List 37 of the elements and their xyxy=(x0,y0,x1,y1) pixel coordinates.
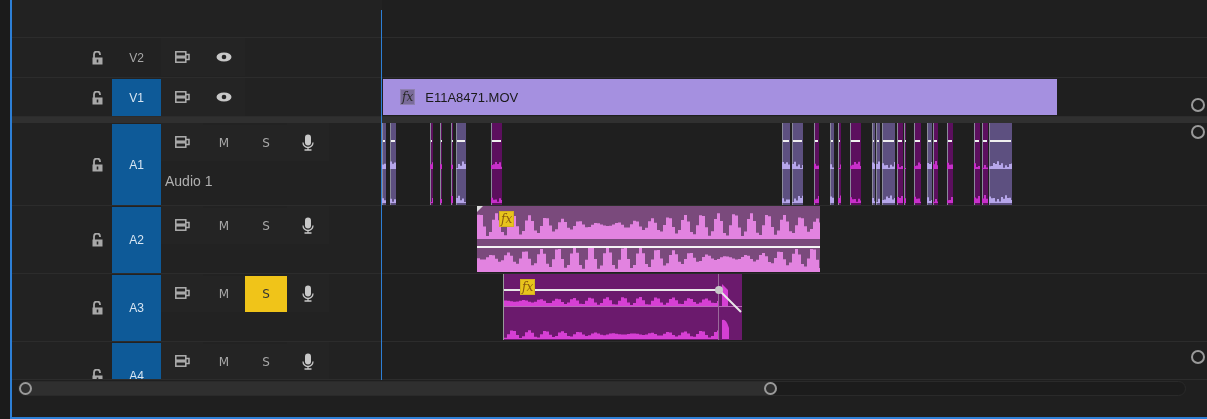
solo-button[interactable]: S xyxy=(245,276,287,312)
eye-icon[interactable] xyxy=(216,92,232,102)
audio-clip[interactable]: fx xyxy=(503,274,742,340)
horizontal-scrollbar[interactable] xyxy=(18,381,1186,396)
microphone-icon[interactable] xyxy=(302,133,314,151)
fx-badge[interactable]: fx xyxy=(520,279,536,295)
lock-icon[interactable] xyxy=(92,51,103,65)
eye-icon[interactable] xyxy=(216,52,232,62)
video-clip[interactable]: fx E11A8471.MOV xyxy=(383,79,1057,115)
track-target-button[interactable]: A3 xyxy=(112,275,161,341)
sync-lock-icon[interactable] xyxy=(174,219,190,231)
sync-lock-icon[interactable] xyxy=(174,355,190,367)
scroll-handle[interactable] xyxy=(19,382,32,395)
fx-badge[interactable]: fx xyxy=(499,211,515,227)
sync-lock-icon[interactable] xyxy=(174,51,190,63)
lock-icon[interactable] xyxy=(92,301,103,315)
clip-name: E11A8471.MOV xyxy=(425,89,519,105)
scroll-handle[interactable] xyxy=(764,382,777,395)
track-target-button[interactable]: V1 xyxy=(112,79,161,116)
lock-icon[interactable] xyxy=(92,233,103,247)
scroll-handle[interactable] xyxy=(1191,350,1205,364)
sync-lock-icon[interactable] xyxy=(174,136,190,148)
track-name: Audio 1 xyxy=(165,173,214,189)
microphone-icon[interactable] xyxy=(302,216,314,234)
track-target-button[interactable]: V2 xyxy=(112,39,161,77)
lock-icon[interactable] xyxy=(92,157,103,172)
sync-lock-icon[interactable] xyxy=(174,91,190,103)
sync-lock-icon[interactable] xyxy=(174,287,190,299)
lock-icon[interactable] xyxy=(92,369,103,379)
microphone-icon[interactable] xyxy=(302,352,314,370)
track-target-button[interactable]: A1 xyxy=(112,124,161,205)
scroll-handle[interactable] xyxy=(1191,98,1205,112)
audio-clip[interactable]: fx xyxy=(477,206,820,272)
lock-icon[interactable] xyxy=(92,90,103,105)
track-target-button[interactable]: A2 xyxy=(112,207,161,273)
microphone-icon[interactable] xyxy=(302,284,314,302)
scroll-handle[interactable] xyxy=(1191,125,1205,139)
